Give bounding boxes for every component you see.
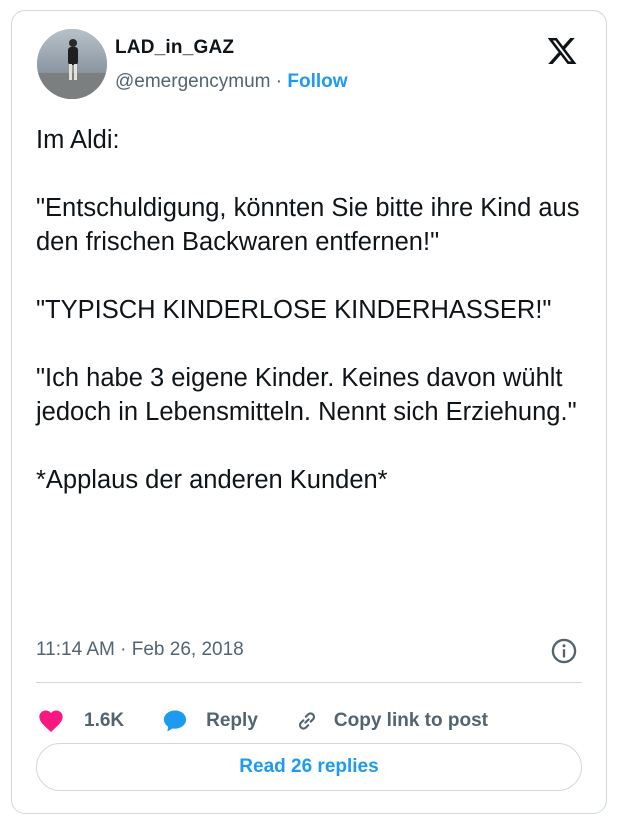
copy-link-button[interactable]: Copy link to post [294, 708, 488, 734]
speech-bubble-icon [164, 710, 187, 732]
author-handle-row: @emergencymum · Follow [115, 71, 348, 93]
heart-icon [39, 710, 63, 732]
reply-button[interactable]: Reply [160, 707, 258, 735]
reply-label: Reply [206, 710, 258, 731]
divider [36, 682, 582, 683]
x-logo-icon[interactable] [546, 35, 578, 67]
avatar[interactable] [37, 29, 107, 99]
handle-separator: · [275, 71, 283, 92]
like-count: 1.6K [84, 710, 125, 731]
action-bar: 1.6K Reply Copy link to post [36, 699, 488, 743]
read-replies-button[interactable]: Read 26 replies [36, 743, 582, 791]
tweet-text: Im Aldi: "Entschuldigung, könnten Sie bi… [36, 126, 580, 494]
author-handle[interactable]: @emergencymum [115, 71, 271, 92]
author-display-name[interactable]: LAD_in_GAZ [115, 37, 234, 59]
tweet-timestamp[interactable]: 11:14 AM · Feb 26, 2018 [36, 639, 244, 661]
link-icon [298, 712, 315, 730]
copy-link-label: Copy link to post [333, 710, 488, 731]
like-button[interactable]: 1.6K [36, 707, 124, 735]
tweet-card: LAD_in_GAZ @emergencymum · Follow Im Ald… [11, 10, 607, 814]
info-icon[interactable] [550, 637, 578, 665]
avatar-image [37, 29, 107, 99]
follow-button[interactable]: Follow [287, 71, 347, 92]
